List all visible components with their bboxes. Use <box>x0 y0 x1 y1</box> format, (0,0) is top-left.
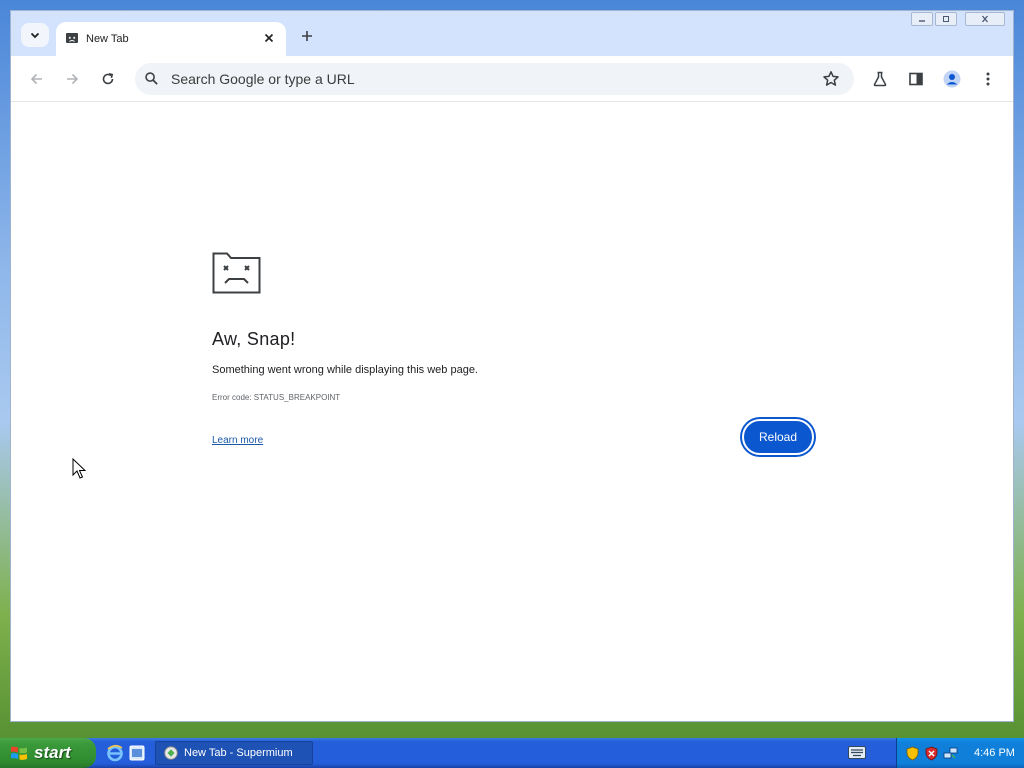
error-code: Error code: STATUS_BREAKPOINT <box>212 393 341 402</box>
more-vert-icon <box>986 72 990 86</box>
page-content: Aw, Snap! Something went wrong while dis… <box>11 102 1013 721</box>
flask-icon <box>873 71 887 87</box>
minimize-button[interactable] <box>911 12 933 26</box>
keyboard-icon[interactable] <box>848 746 866 759</box>
sad-folder-icon <box>212 252 261 294</box>
network-icon[interactable] <box>943 746 958 761</box>
labs-button[interactable] <box>867 66 893 92</box>
reload-button[interactable]: Reload <box>742 419 814 455</box>
security-shield-icon[interactable] <box>905 746 920 761</box>
restore-icon <box>943 16 949 22</box>
refresh-icon <box>102 73 114 85</box>
tab-search-button[interactable] <box>21 23 49 47</box>
tab-title: New Tab <box>86 33 129 45</box>
tab-strip: New Tab <box>11 11 1013 56</box>
task-label: New Tab - Supermium <box>184 747 293 759</box>
chevron-down-icon <box>30 32 40 39</box>
omnibox[interactable]: Search Google or type a URL <box>135 63 854 95</box>
minimize-icon <box>919 20 925 22</box>
learn-more-link[interactable]: Learn more <box>212 435 263 446</box>
system-tray: 4:46 PM <box>896 738 1024 768</box>
search-icon <box>145 72 158 85</box>
error-message: Something went wrong while displaying th… <box>212 364 478 376</box>
taskbar-item-browser[interactable]: New Tab - Supermium <box>155 741 313 765</box>
omnibox-placeholder: Search Google or type a URL <box>171 71 355 87</box>
reload-page-button[interactable] <box>95 66 121 92</box>
browser-window: New Tab Search Google or type a URL Aw, … <box>10 10 1014 722</box>
security-alert-icon[interactable] <box>924 746 939 761</box>
error-title: Aw, Snap! <box>212 329 296 349</box>
plus-icon <box>302 31 312 41</box>
profile-button[interactable] <box>939 66 965 92</box>
forward-button[interactable] <box>59 66 85 92</box>
windows-logo-icon <box>11 746 27 760</box>
arrow-back-icon <box>30 73 42 85</box>
close-tab-button[interactable] <box>260 29 278 47</box>
side-panel-button[interactable] <box>903 66 929 92</box>
sad-tab-icon <box>66 33 78 43</box>
avatar-icon <box>943 70 961 88</box>
show-desktop-icon[interactable] <box>128 744 146 762</box>
close-icon <box>264 33 274 43</box>
mouse-cursor-icon <box>72 458 86 479</box>
internet-explorer-icon[interactable] <box>106 744 124 762</box>
start-button[interactable]: start <box>0 738 96 768</box>
side-panel-icon <box>909 72 923 86</box>
arrow-forward-icon <box>67 73 79 85</box>
new-tab-button[interactable] <box>296 25 318 47</box>
browser-toolbar: Search Google or type a URL <box>11 56 1013 102</box>
window-controls <box>911 12 1005 26</box>
supermium-icon <box>164 746 178 760</box>
start-label: start <box>34 743 71 762</box>
close-window-button[interactable] <box>965 12 1005 26</box>
tab-new-tab[interactable]: New Tab <box>56 22 286 56</box>
bookmark-star-icon[interactable] <box>822 70 840 88</box>
clock: 4:46 PM <box>974 747 1015 759</box>
menu-button[interactable] <box>975 66 1001 92</box>
close-icon <box>982 15 988 23</box>
restore-button[interactable] <box>935 12 957 26</box>
taskbar: start New Tab - Supermium 4:46 PM <box>0 738 1024 768</box>
back-button[interactable] <box>24 66 50 92</box>
